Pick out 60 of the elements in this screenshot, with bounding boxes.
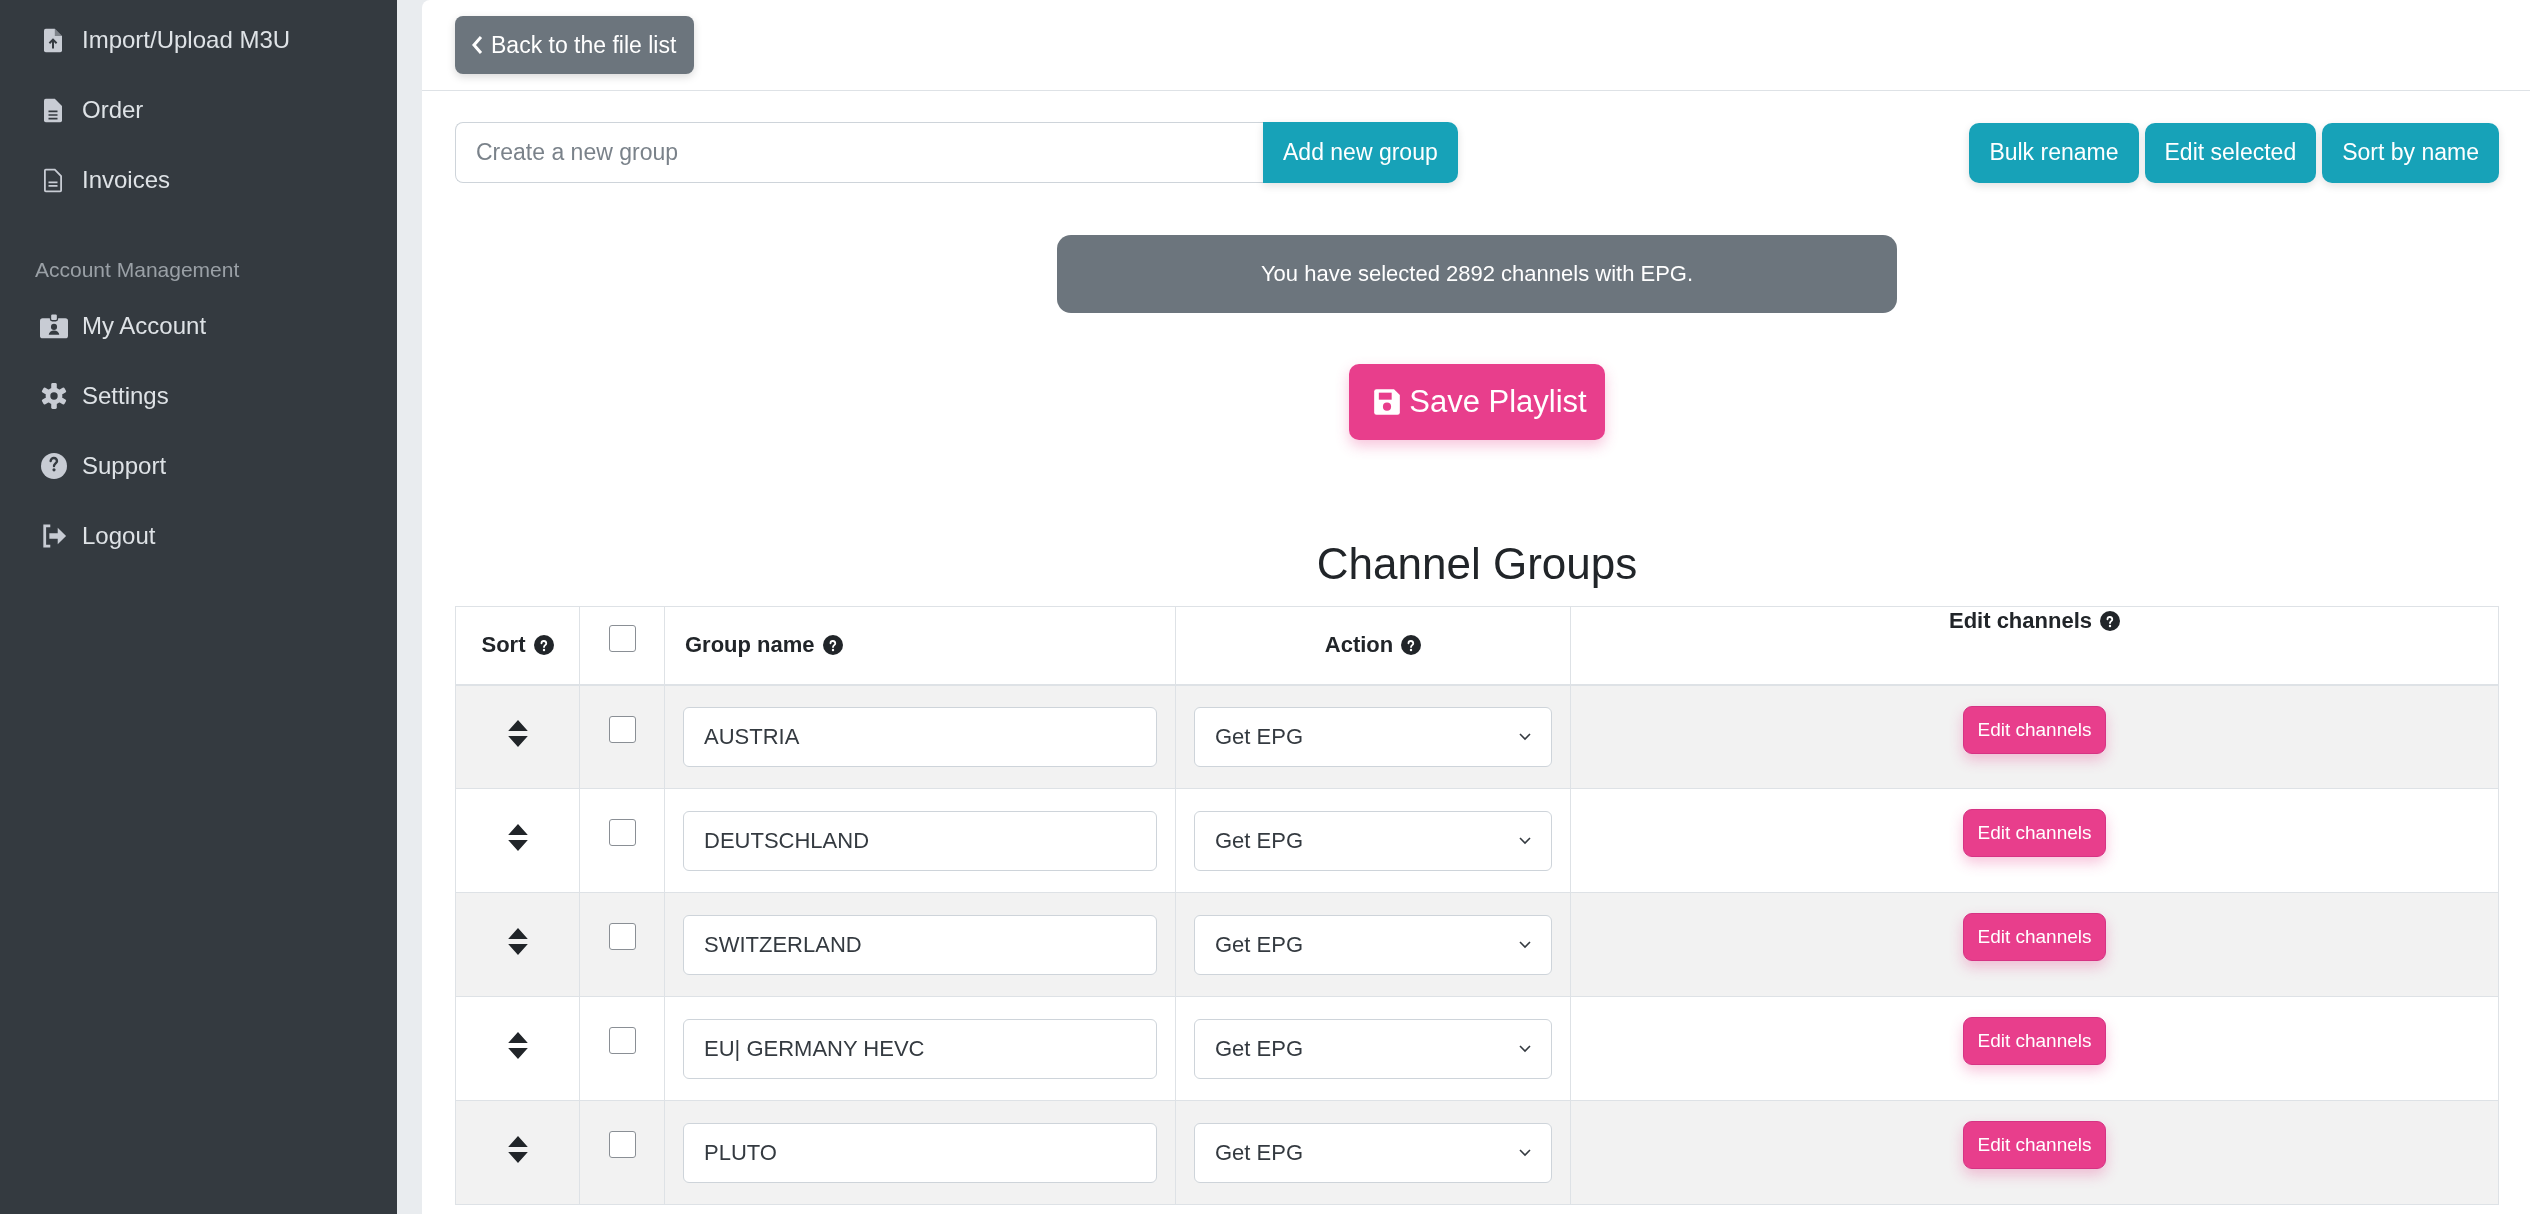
edit-channels-button[interactable]: Edit channels xyxy=(1963,1017,2106,1065)
chevron-down-icon xyxy=(1519,732,1531,741)
edit-channels-button[interactable]: Edit channels xyxy=(1963,1121,2106,1169)
sidebar-item[interactable]: Order xyxy=(40,88,144,132)
sidebar-item[interactable]: My Account xyxy=(40,304,207,348)
group-name-field[interactable]: AUSTRIA xyxy=(683,706,1157,767)
group-name-field[interactable]: SWITZERLAND xyxy=(683,914,1157,975)
document-icon xyxy=(44,167,62,193)
id-badge-icon xyxy=(40,313,68,339)
sort-handle-icon[interactable] xyxy=(507,928,528,955)
edit-channels-button[interactable]: Edit channels xyxy=(1963,913,2106,961)
sort-handle-icon[interactable] xyxy=(507,720,528,748)
action-dropdown[interactable]: Get EPG xyxy=(1194,810,1552,871)
file-upload-icon xyxy=(44,27,62,53)
column-header: Edit channels xyxy=(1948,608,2092,634)
checkbox[interactable] xyxy=(608,923,636,950)
chevron-down-icon xyxy=(1519,1044,1531,1053)
group-name-field[interactable]: PLUTO xyxy=(683,1122,1157,1183)
help-icon[interactable] xyxy=(533,635,554,656)
sort-handle-icon[interactable] xyxy=(507,1032,528,1059)
sidebar-item[interactable]: Logout xyxy=(40,514,156,558)
checkbox[interactable] xyxy=(608,1131,636,1158)
sort-handle-icon[interactable] xyxy=(507,1136,528,1163)
logout-icon xyxy=(40,523,68,549)
checkbox[interactable] xyxy=(608,819,636,846)
action-dropdown[interactable]: Get EPG xyxy=(1194,1122,1552,1183)
group-name-field[interactable]: DEUTSCHLAND xyxy=(683,810,1157,871)
action-dropdown[interactable]: Get EPG xyxy=(1194,706,1552,767)
action-dropdown[interactable]: Get EPG xyxy=(1194,1018,1552,1079)
section-title: Channel Groups xyxy=(1315,540,1639,588)
save-playlist-button[interactable]: Save Playlist xyxy=(1349,364,1605,440)
group-name-field[interactable]: Create a new group xyxy=(455,122,1263,183)
sidebar-item[interactable]: Settings xyxy=(40,374,169,418)
edit-channels-button[interactable]: Edit channels xyxy=(1963,705,2106,754)
checkbox[interactable] xyxy=(608,1027,636,1054)
edit-channels-button[interactable]: Edit channels xyxy=(1963,809,2106,857)
document-icon xyxy=(44,97,62,123)
sidebar-item[interactable]: Support xyxy=(40,444,167,488)
chevron-left-icon xyxy=(471,35,483,55)
help-icon[interactable] xyxy=(822,635,843,656)
settings-icon xyxy=(40,383,68,409)
chevron-down-icon xyxy=(1519,940,1531,949)
section-heading: Account Management xyxy=(35,258,240,282)
sidebar-item[interactable]: Invoices xyxy=(40,158,171,202)
column-header: Group name xyxy=(685,632,815,659)
info-banner: You have selected 2892 channels with EPG. xyxy=(1057,235,1897,313)
checkbox[interactable] xyxy=(608,625,636,652)
group-name-field[interactable]: EU| GERMANY HEVC xyxy=(683,1018,1157,1079)
checkbox[interactable] xyxy=(608,715,636,743)
sidebar-item[interactable]: Import/Upload M3U xyxy=(40,18,291,62)
sort-handle-icon[interactable] xyxy=(507,824,528,851)
column-header: Sort xyxy=(481,632,526,659)
help-icon xyxy=(40,453,68,479)
chevron-down-icon xyxy=(1519,836,1531,845)
chevron-down-icon xyxy=(1519,1148,1531,1157)
action-dropdown[interactable]: Get EPG xyxy=(1194,914,1552,975)
help-icon[interactable] xyxy=(2100,611,2120,631)
back-button[interactable]: Back to the file list xyxy=(455,16,695,74)
help-icon[interactable] xyxy=(1401,635,1422,656)
column-header: Action xyxy=(1324,632,1394,659)
